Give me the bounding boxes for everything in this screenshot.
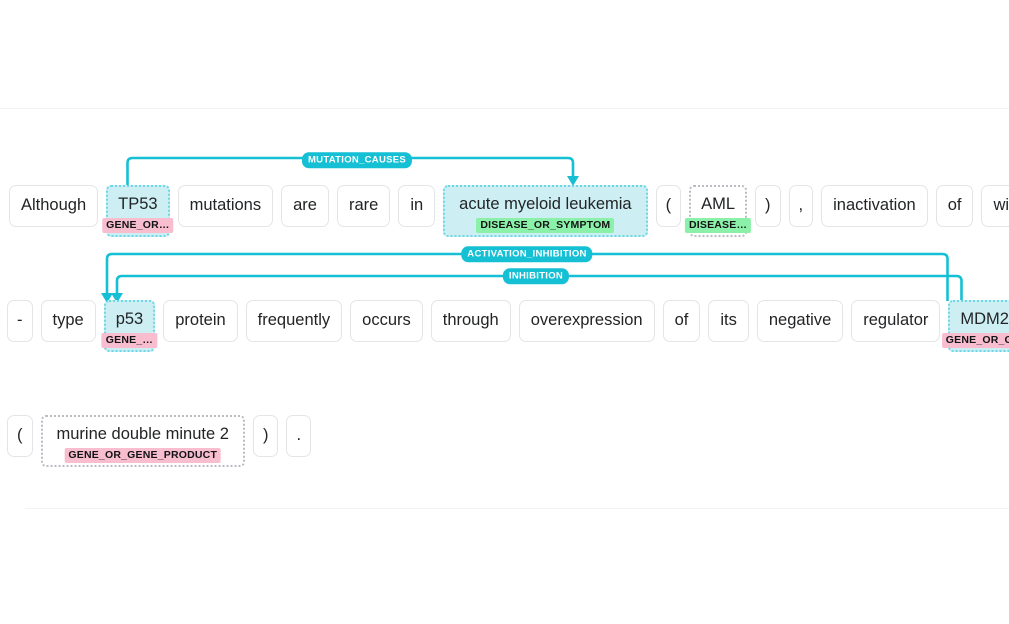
entity-type-label: DISEASE_OR_SYMPTOM [476,218,615,233]
relation-label-activation-inhibition: ACTIVATION_INHIBITION [461,246,593,262]
token-text: acute myeloid leukemia [459,195,632,213]
token-text: occurs [362,311,411,329]
token[interactable]: regulator [851,300,941,342]
token-text: inactivation [833,196,916,214]
token-text: overexpression [530,311,643,329]
token[interactable]: ) [755,185,781,227]
token-text: AML [701,195,736,213]
token-text: ( [17,426,23,444]
token[interactable]: inactivation [821,185,928,227]
token-text: negative [768,311,832,329]
token[interactable]: overexpression [518,300,655,342]
token-text: murine double minute 2 [56,425,229,443]
token-text: of [674,311,689,329]
entity-type-label: GENE_OR_GENE_PRODUCT [64,448,222,463]
token[interactable]: of [935,185,974,227]
token-text: are [293,196,317,214]
token[interactable]: mutations [177,185,274,227]
sentence-row-1: Although TP53 GENE_OR… mutations are rare in ac… [5,185,1009,237]
token-text: mutations [189,196,262,214]
sentence-row-3: ( murine double minute 2 GENE_OR_GENE_PROD… [3,415,315,467]
entity-type-label: GENE_OR… [102,218,174,233]
token-text: , [798,196,804,214]
token[interactable]: frequently [245,300,343,342]
token[interactable]: , [788,185,814,227]
token[interactable]: ( [7,415,33,457]
token-text: ) [262,426,269,444]
token[interactable]: of [662,300,701,342]
token[interactable]: Although [9,185,99,227]
token[interactable]: negative [756,300,844,342]
entity-type-label: DISEASE… [684,218,752,233]
sentence-row-2: - type p53 GENE_… protein frequently occurs thr… [3,300,1009,352]
token-text: its [720,311,737,329]
token[interactable]: occurs [350,300,423,342]
token[interactable]: through [430,300,511,342]
token-text: regulator [863,311,929,329]
token-text: ) [765,196,771,214]
token[interactable]: rare [336,185,391,227]
entity-token[interactable]: TP53 GENE_OR… [102,185,174,237]
relation-label-inhibition: INHIBITION [502,268,570,284]
token-text: - [17,311,23,329]
token[interactable]: its [708,300,749,342]
entity-type-label: GENE_… [101,333,158,348]
token[interactable]: . [286,415,312,457]
token[interactable]: ( [655,185,682,227]
token-text: . [296,426,302,444]
token-text: MDM2 [960,310,1009,328]
top-divider [0,108,1009,109]
token-text: through [442,311,499,329]
token-text: p53 [115,310,144,328]
token-text: rare [348,196,379,214]
token[interactable]: wild [981,185,1009,227]
entity-token[interactable]: murine double minute 2 GENE_OR_GENE_PRODU… [40,415,245,467]
entity-token[interactable]: acute myeloid leukemia DISEASE_OR_SYMPTOM [443,185,648,237]
token-text: ( [665,196,672,214]
token[interactable]: ) [252,415,279,457]
token-text: in [410,196,424,214]
entity-token[interactable]: AML DISEASE… [684,185,752,237]
token[interactable]: protein [163,300,238,342]
token-text: TP53 [118,195,158,213]
token[interactable]: - [7,300,33,342]
entity-type-label: GENE_OR_G… [941,333,1009,348]
entity-token[interactable]: MDM2 GENE_OR_G… [941,300,1009,352]
bottom-divider [25,508,1009,509]
token-text: of [947,196,962,214]
token[interactable]: are [281,185,329,227]
token[interactable]: in [398,185,436,227]
token-text: protein [175,311,226,329]
token[interactable]: type [40,300,96,342]
entity-token[interactable]: p53 GENE_… [101,300,158,352]
ner-relation-visualization: MUTATION_CAUSES ACTIVATION_INHIBITION IN… [0,0,1009,624]
token-text: wild [993,196,1009,214]
token-text: Although [21,196,87,214]
token-text: type [52,311,84,329]
relation-label-mutation-causes: MUTATION_CAUSES [301,152,413,168]
token-text: frequently [257,311,331,329]
